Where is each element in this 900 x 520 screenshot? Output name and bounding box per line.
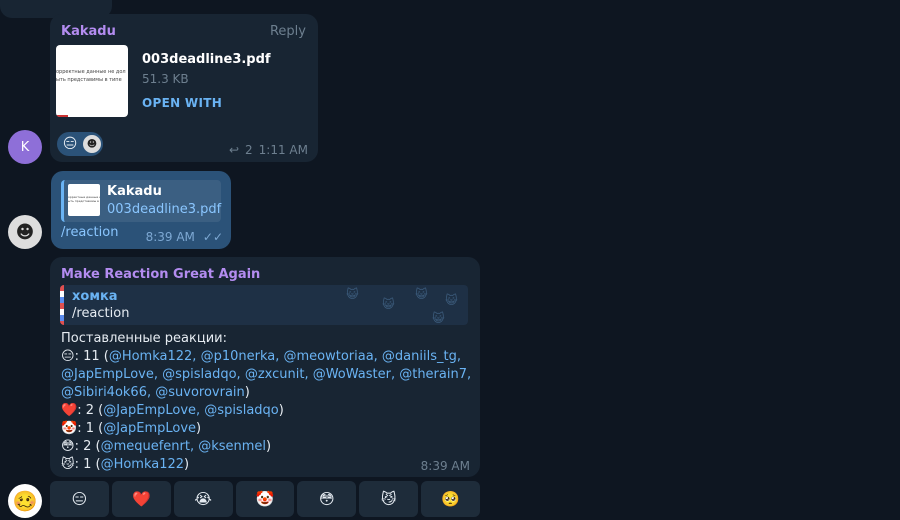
keyboard-button-heart[interactable]: ❤️ bbox=[111, 481, 171, 517]
quote-file: 003deadline3.pdf bbox=[107, 202, 222, 217]
paw-pattern-icon: 😺 bbox=[445, 293, 458, 307]
thumb-text: орректные данные не дол bbox=[56, 69, 126, 75]
avatar-bot[interactable]: 🥴 bbox=[8, 484, 42, 518]
sender-name[interactable]: Kakadu bbox=[61, 24, 116, 39]
command-text[interactable]: /reaction bbox=[61, 225, 118, 240]
reply-count[interactable]: 2 bbox=[245, 143, 253, 157]
user-mentions[interactable]: @Homka122 bbox=[101, 457, 184, 472]
avatar-user[interactable]: ☻ bbox=[8, 215, 42, 249]
user-mentions[interactable]: @Homka122, @p10nerka, @meowtoriaa, @dani… bbox=[109, 349, 461, 364]
quote-text: /reaction bbox=[72, 306, 130, 321]
message-time: 8:39 AM bbox=[420, 459, 470, 473]
reaction-line: 😼: 1 (@Homka122) bbox=[61, 457, 190, 472]
reply-quote[interactable]: орректные данные не дол ыть представимы … bbox=[61, 180, 221, 222]
avatar-kakadu[interactable]: K bbox=[8, 130, 42, 164]
keyboard-button-pleading[interactable]: 🥺 bbox=[421, 481, 481, 517]
quote-sender: хомка bbox=[72, 289, 118, 304]
avatar-image-icon: ☻ bbox=[15, 221, 35, 243]
reaction-line: 🤡: 1 (@JapEmpLove) bbox=[61, 421, 202, 436]
user-mentions[interactable]: @Sibiri4ok66, @suvorovrain bbox=[61, 385, 245, 400]
keyboard-button-expressionless[interactable]: 😑 bbox=[50, 481, 109, 517]
paw-pattern-icon: 😺 bbox=[346, 287, 359, 301]
reply-quote[interactable]: хомка /reaction 😺 😺 😺 😺 😺 bbox=[60, 285, 468, 325]
keyboard-button-clown[interactable]: 🤡 bbox=[235, 481, 295, 517]
body-intro: Поставленные реакции: bbox=[61, 331, 227, 346]
file-size: 51.3 KB bbox=[142, 72, 189, 86]
reaction-line: @Sibiri4ok66, @suvorovrain) bbox=[61, 385, 250, 400]
message-command[interactable]: орректные данные не дол ыть представимы … bbox=[51, 171, 231, 249]
message-bot-reply[interactable]: Make Reaction Great Again хомка /reactio… bbox=[50, 257, 480, 477]
message-time: 8:39 AM bbox=[145, 230, 195, 244]
open-with-button[interactable]: OPEN WITH bbox=[142, 96, 222, 110]
paw-pattern-icon: 😺 bbox=[382, 297, 395, 311]
quote-thumbnail: орректные данные не дол ыть представимы … bbox=[68, 184, 100, 216]
bot-avatar-emoji: 🥴 bbox=[12, 489, 38, 513]
reaction-line: 😑: 11 (@Homka122, @p10nerka, @meowtoriaa… bbox=[61, 349, 461, 364]
message-meta: 8:39 AM ✓✓ bbox=[146, 230, 223, 244]
keyboard-button-cat[interactable]: 😼 bbox=[359, 481, 419, 517]
double-check-icon: ✓✓ bbox=[202, 230, 223, 244]
user-mentions[interactable]: @mequefenrt, @ksenmel bbox=[101, 439, 266, 454]
message-body: Поставленные реакции: 😑: 11 (@Homka122, … bbox=[61, 330, 471, 474]
quote-sender: Kakadu bbox=[107, 184, 162, 199]
reaction-pill[interactable]: 😑 ☻ bbox=[57, 132, 103, 156]
thumb-text: ыть представимы в типе bbox=[68, 199, 100, 203]
reaction-line: 😳: 2 (@mequefenrt, @ksenmel) bbox=[61, 439, 272, 454]
quote-stripe bbox=[60, 285, 64, 325]
reply-arrow-icon: ↩ bbox=[228, 143, 240, 157]
reaction-emoji: 😳 bbox=[61, 439, 75, 454]
user-mentions[interactable]: @JapEmpLove, @spisladqo, @zxcunit, @WoWa… bbox=[61, 367, 471, 382]
inline-keyboard: 😑 ❤️ 😭 🤡 😳 😼 🥺 bbox=[50, 481, 481, 517]
pdf-thumbnail[interactable]: орректные данные не дол ыть представимы … bbox=[56, 45, 128, 117]
reaction-emoji: 😼 bbox=[61, 457, 75, 472]
reaction-emoji: ❤️ bbox=[61, 403, 78, 418]
reactor-avatar: ☻ bbox=[82, 134, 102, 154]
message-meta: ↩ 2 1:11 AM bbox=[229, 143, 308, 157]
keyboard-button-crying[interactable]: 😭 bbox=[173, 481, 233, 517]
thumb-text: ыть представимы в типе bbox=[56, 77, 122, 83]
file-name[interactable]: 003deadline3.pdf bbox=[142, 52, 271, 67]
message-time: 1:11 AM bbox=[258, 143, 308, 157]
reaction-emoji: 😑 bbox=[61, 349, 75, 364]
keyboard-button-flushed[interactable]: 😳 bbox=[297, 481, 357, 517]
user-mentions[interactable]: @JapEmpLove bbox=[103, 421, 196, 436]
reaction-emoji: 🤡 bbox=[61, 421, 78, 436]
paw-pattern-icon: 😺 bbox=[432, 311, 445, 325]
reply-button[interactable]: Reply bbox=[270, 24, 306, 39]
sender-name[interactable]: Make Reaction Great Again bbox=[61, 267, 260, 282]
reaction-line: ❤️: 2 (@JapEmpLove, @spisladqo) bbox=[61, 403, 284, 418]
thumb-mark bbox=[56, 115, 68, 117]
user-mentions[interactable]: @JapEmpLove, @spisladqo bbox=[103, 403, 279, 418]
paw-pattern-icon: 😺 bbox=[415, 287, 428, 301]
avatar-letter: K bbox=[20, 139, 30, 155]
reaction-line: @JapEmpLove, @spisladqo, @zxcunit, @WoWa… bbox=[61, 366, 471, 384]
reaction-emoji: 😑 bbox=[62, 136, 78, 152]
message-file[interactable]: Kakadu Reply орректные данные не дол ыть… bbox=[50, 14, 318, 162]
